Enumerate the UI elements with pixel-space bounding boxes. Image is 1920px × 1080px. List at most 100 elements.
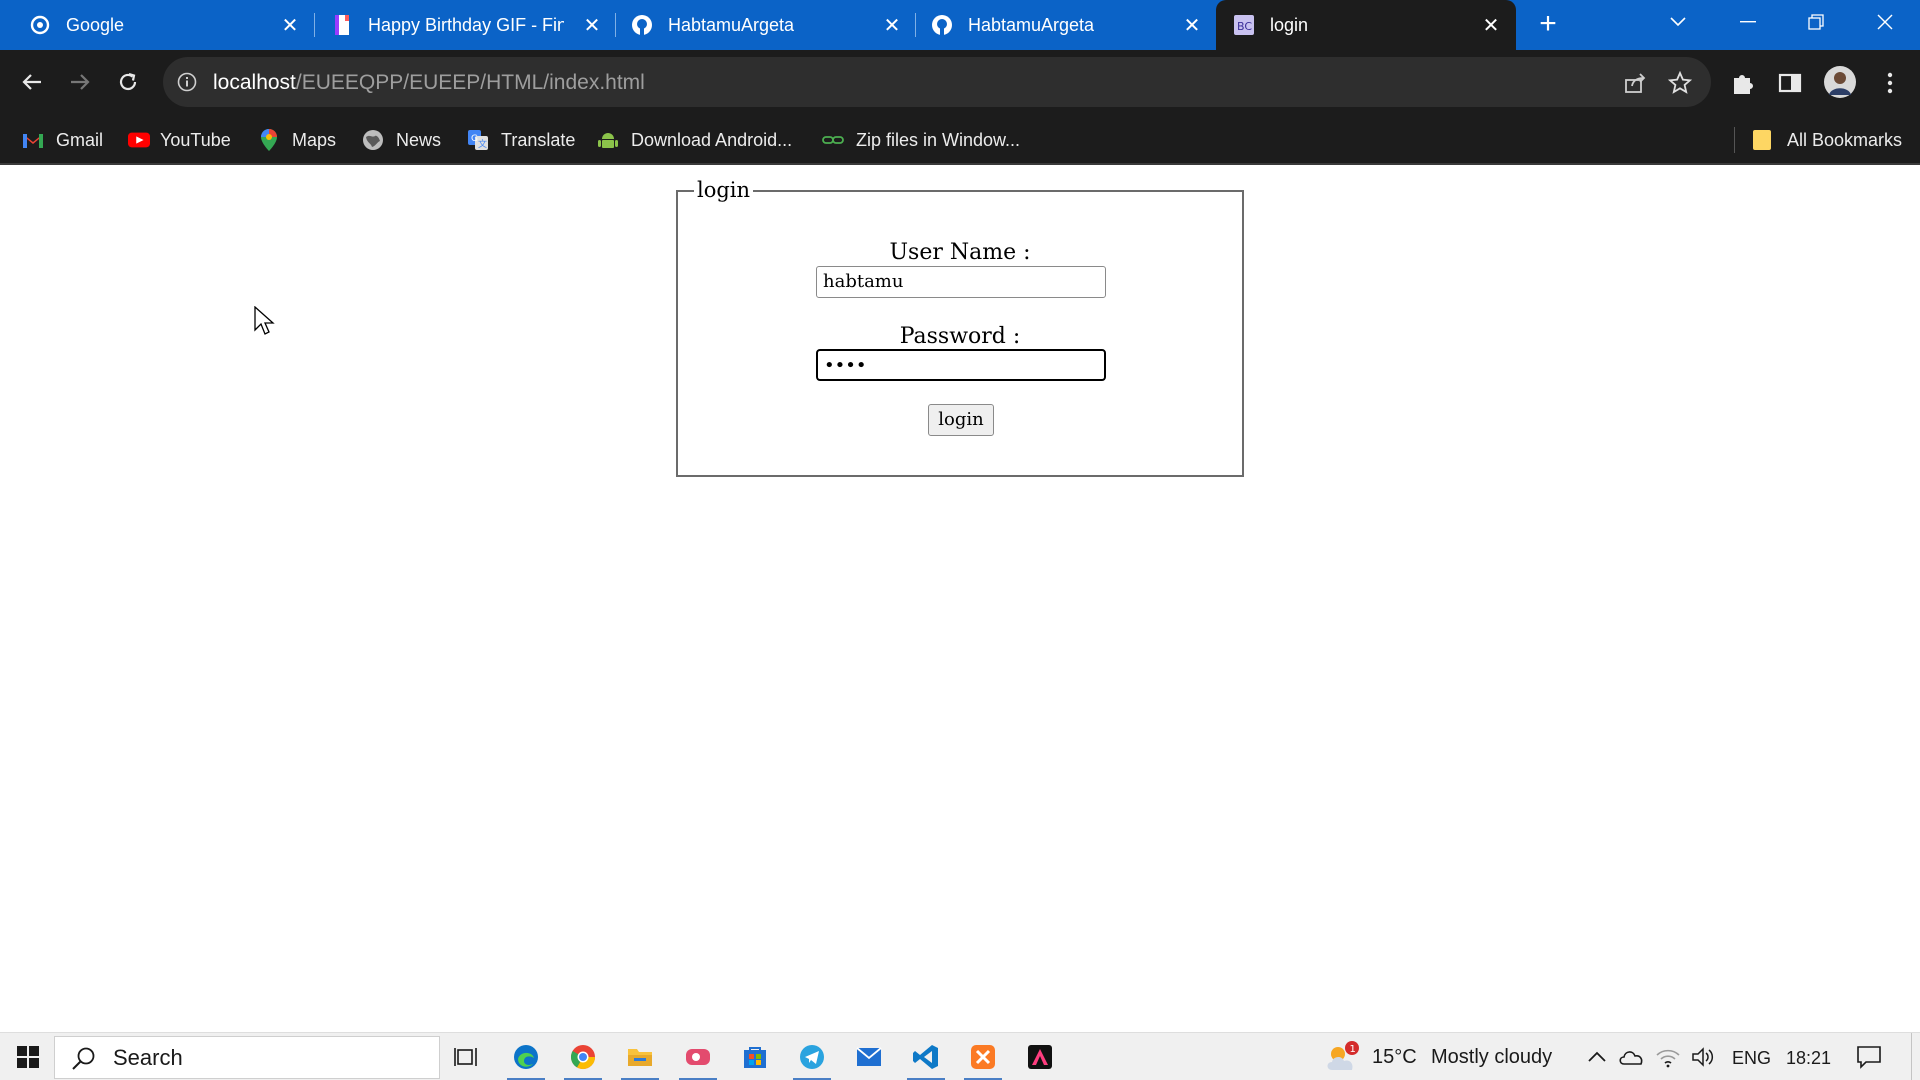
tab-title: Google <box>66 15 125 35</box>
password-label: Password : <box>899 324 1021 349</box>
info-icon[interactable] <box>177 72 197 92</box>
tab-github-1[interactable]: HabtamuArgeta ✕ <box>602 0 902 50</box>
tab-title: login <box>1270 15 1309 35</box>
github-icon <box>631 14 653 36</box>
bookmark-maps[interactable]: Maps <box>258 127 336 153</box>
content-divider <box>0 163 1920 165</box>
browser-toolbar: localhost/EUEEQPP/EUEEP/HTML/index.html … <box>0 50 1920 165</box>
xampp-app-icon[interactable] <box>955 1033 1011 1080</box>
svg-text:BC: BC <box>1237 20 1252 33</box>
chevron-up-icon[interactable] <box>1580 1033 1614 1080</box>
weather-temperature[interactable]: 15°C <box>1372 1045 1417 1069</box>
star-icon[interactable] <box>1667 70 1693 95</box>
all-bookmarks-label: All Bookmarks <box>1787 129 1903 150</box>
mouse-cursor-icon <box>254 306 275 335</box>
reload-button[interactable] <box>110 64 146 100</box>
maps-icon <box>258 129 280 151</box>
weather-description[interactable]: Mostly cloudy <box>1431 1045 1552 1069</box>
login-button[interactable]: login <box>928 404 994 436</box>
username-label: User Name : <box>889 240 1031 265</box>
volume-icon[interactable] <box>1686 1033 1720 1080</box>
avatar[interactable] <box>1823 65 1857 99</box>
telegram-app-icon[interactable] <box>784 1033 840 1080</box>
bookmark-gmail[interactable]: Gmail <box>22 127 103 153</box>
bookmark-translate[interactable]: G文 Translate <box>467 127 575 153</box>
adobe-app-icon[interactable] <box>1012 1033 1068 1080</box>
svg-text:G: G <box>471 134 478 144</box>
link-icon <box>822 129 844 151</box>
extensions-icon[interactable] <box>1729 69 1757 97</box>
tab-strip: Google ✕ Happy Birthday GIF - Find ✕ Hab… <box>0 0 1920 50</box>
address-bar[interactable]: localhost/EUEEQPP/EUEEP/HTML/index.html <box>163 57 1711 107</box>
tab-google[interactable]: Google ✕ <box>0 0 312 50</box>
bookmark-label: News <box>396 129 442 150</box>
tab-title: HabtamuArgeta <box>668 15 795 35</box>
restore-button[interactable] <box>1786 0 1846 44</box>
login-fieldset: login User Name : habtamu Password : •••… <box>676 178 1244 477</box>
google-icon <box>29 14 51 36</box>
close-window-button[interactable] <box>1855 0 1915 44</box>
share-icon[interactable] <box>1623 71 1647 95</box>
close-icon[interactable]: ✕ <box>277 12 303 38</box>
bookmark-news[interactable]: News <box>362 127 441 153</box>
android-icon <box>597 129 619 151</box>
onedrive-icon[interactable] <box>1614 1033 1648 1080</box>
url-text: localhost/EUEEQPP/EUEEP/HTML/index.html <box>213 71 645 95</box>
news-icon <box>362 129 384 151</box>
bookmark-label: Zip files in Window... <box>856 129 1021 150</box>
giphy-icon <box>331 14 353 36</box>
show-desktop-divider[interactable] <box>1911 1033 1912 1080</box>
tab-title: HabtamuArgeta <box>968 15 1095 35</box>
bookmark-separator <box>1734 127 1735 153</box>
vscode-app-icon[interactable] <box>898 1033 954 1080</box>
all-bookmarks-folder[interactable]: All Bookmarks <box>1751 127 1902 153</box>
bookmark-youtube[interactable]: YouTube <box>128 127 231 153</box>
menu-icon[interactable] <box>1876 69 1904 97</box>
side-panel-icon[interactable] <box>1776 69 1804 97</box>
bookmark-label: Gmail <box>56 129 104 150</box>
new-tab-button[interactable]: + <box>1530 9 1566 41</box>
bookmark-zip-files[interactable]: Zip files in Window... <box>822 127 1020 153</box>
start-button[interactable] <box>0 1033 56 1080</box>
svg-text:文: 文 <box>478 138 487 150</box>
search-icon <box>71 1046 97 1077</box>
notifications-icon[interactable] <box>1842 1033 1896 1080</box>
github-icon <box>931 14 953 36</box>
weather-badge: 1 <box>1350 1044 1356 1055</box>
back-button[interactable] <box>14 64 50 100</box>
url-host: localhost <box>213 71 296 94</box>
store-app-icon[interactable] <box>727 1033 783 1080</box>
password-input[interactable]: •••• <box>816 349 1106 381</box>
clock-time[interactable]: 18:21 <box>1786 1046 1831 1070</box>
username-input[interactable]: habtamu <box>816 266 1106 298</box>
search-label: Search <box>113 1045 183 1070</box>
taskbar-search[interactable]: Search <box>54 1036 440 1079</box>
tab-title: Happy Birthday GIF - Find <box>368 15 564 35</box>
tab-search-icon[interactable] <box>1648 0 1708 44</box>
bookmark-label: Translate <box>501 129 576 150</box>
weather-icon[interactable]: 1 <box>1318 1033 1366 1080</box>
close-icon[interactable]: ✕ <box>1179 12 1205 38</box>
minimize-button[interactable] <box>1718 0 1778 44</box>
tab-giphy[interactable]: Happy Birthday GIF - Find ✕ <box>302 0 602 50</box>
mail-app-icon[interactable] <box>841 1033 897 1080</box>
gmail-icon <box>22 129 44 151</box>
bookmark-android[interactable]: Download Android... <box>597 127 792 153</box>
close-icon[interactable]: ✕ <box>1478 12 1504 38</box>
tab-github-2[interactable]: HabtamuArgeta ✕ <box>902 0 1202 50</box>
bookmark-label: Maps <box>292 129 337 150</box>
bookmark-label: YouTube <box>160 129 231 150</box>
translate-icon: G文 <box>467 129 489 151</box>
url-path: /EUEEQPP/EUEEP/HTML/index.html <box>295 71 645 94</box>
wifi-icon[interactable] <box>1650 1033 1686 1080</box>
tab-login-active[interactable]: BC login ✕ <box>1216 0 1516 50</box>
youtube-icon <box>128 129 150 151</box>
file-explorer-icon[interactable] <box>612 1033 668 1080</box>
edge-app-icon[interactable] <box>498 1033 554 1080</box>
language-indicator[interactable]: ENG <box>1732 1046 1771 1070</box>
forward-button[interactable] <box>62 64 98 100</box>
chrome-app-icon[interactable] <box>555 1033 611 1080</box>
windows-taskbar: Search 1 15°C Mostly cloudy ENG 18:21 <box>0 1032 1920 1080</box>
task-view-icon[interactable] <box>440 1033 496 1080</box>
screen-recorder-icon[interactable] <box>670 1033 726 1080</box>
